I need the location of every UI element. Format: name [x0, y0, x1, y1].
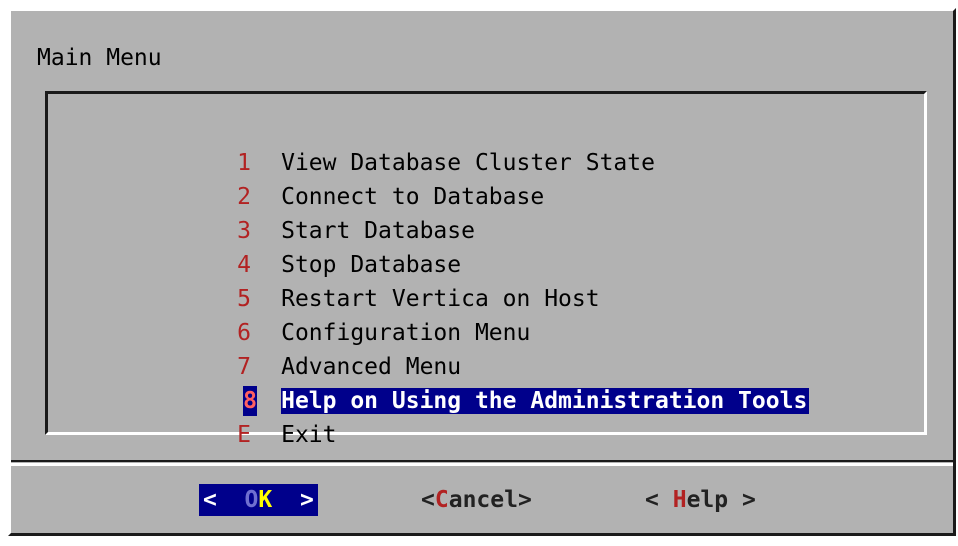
button-bar-divider-shadow: [11, 460, 953, 462]
menu-item-view-cluster-state[interactable]: 1 View Database Cluster State: [148, 118, 868, 176]
help-button-open: <: [645, 487, 673, 513]
ok-button[interactable]: < OK >: [199, 484, 318, 516]
ok-button-open: <: [203, 487, 245, 513]
cancel-button[interactable]: <Cancel>: [421, 484, 532, 516]
help-button-text: elp: [686, 487, 729, 513]
help-button[interactable]: < Help >: [645, 484, 756, 516]
ok-button-close: >: [272, 487, 314, 513]
menu-item-tag: E: [237, 422, 252, 448]
menu-list-box: 1 View Database Cluster State 2 Connect to…: [45, 91, 927, 448]
main-menu-dialog: Main Menu 1 View Database Cluster State 2…: [8, 8, 956, 536]
help-button-close: >: [728, 487, 756, 513]
menu-item-restart-vertica[interactable]: 5 Restart Vertica on Host: [148, 254, 868, 312]
menu-item-stop-database[interactable]: 4 Stop Database: [148, 220, 868, 278]
menu-item-label: Exit: [281, 422, 337, 448]
menu-item-start-database[interactable]: 3 Start Database: [148, 186, 868, 244]
cancel-button-close: >: [517, 487, 532, 513]
help-button-hotkey: H: [672, 487, 687, 513]
ok-button-text: O: [244, 487, 259, 513]
cancel-button-hotkey: C: [434, 487, 449, 513]
cancel-button-open: <: [421, 487, 435, 513]
menu-item-advanced-menu[interactable]: 7 Advanced Menu: [148, 322, 868, 380]
menu-item-exit[interactable]: E Exit: [148, 390, 868, 448]
dialog-title: Main Menu: [37, 45, 162, 71]
ok-button-hotkey: K: [258, 487, 273, 513]
menu-item-help-admin-tools[interactable]: 8 Help on Using the Administration Tools: [148, 356, 868, 416]
menu-item-connect-database[interactable]: 2 Connect to Database: [148, 152, 868, 210]
menu-item-configuration-menu[interactable]: 6 Configuration Menu: [148, 288, 868, 346]
cancel-button-text: ancel: [448, 487, 518, 513]
button-bar-divider: [11, 463, 953, 466]
